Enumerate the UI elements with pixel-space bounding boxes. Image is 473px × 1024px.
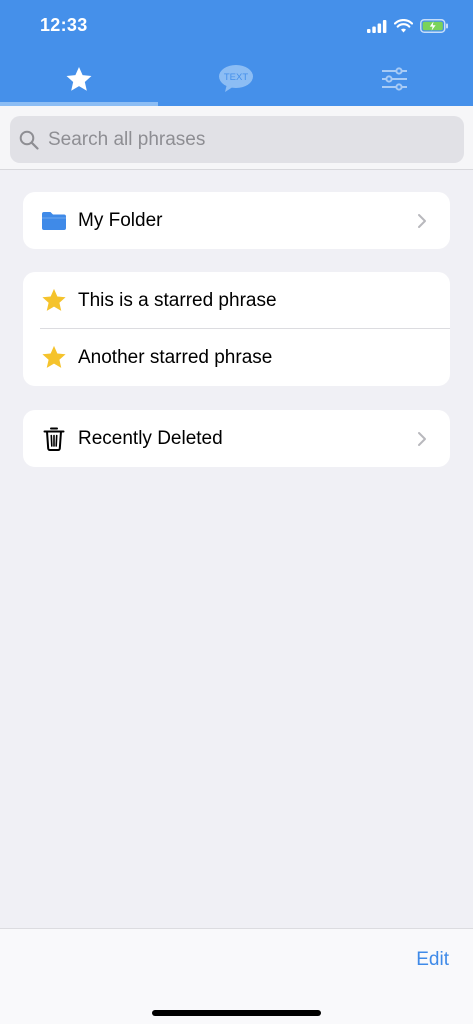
- chevron-right-icon: [418, 213, 426, 228]
- signal-icon: [367, 19, 387, 33]
- star-icon: [40, 287, 68, 315]
- tab-text[interactable]: TEXT: [158, 52, 316, 106]
- bottom-toolbar: Edit: [0, 928, 473, 1024]
- search-area: [0, 106, 473, 170]
- starred-phrase-label: Another starred phrase: [78, 346, 273, 368]
- trash-icon: [40, 425, 68, 453]
- recently-deleted-label: Recently Deleted: [78, 427, 223, 449]
- recently-deleted-row[interactable]: Recently Deleted: [23, 410, 450, 467]
- tab-starred[interactable]: [0, 52, 158, 106]
- home-indicator: [152, 1010, 321, 1016]
- folder-row-my-folder[interactable]: My Folder: [23, 192, 450, 249]
- status-icons: [367, 16, 449, 36]
- text-bubble-label: TEXT: [224, 72, 248, 83]
- battery-icon: [420, 19, 448, 33]
- chevron-right-icon: [418, 431, 426, 446]
- folder-label: My Folder: [78, 209, 163, 231]
- search-icon: [18, 129, 40, 151]
- status-time: 12:33: [40, 15, 88, 35]
- star-icon: [66, 66, 92, 91]
- starred-phrase-row[interactable]: Another starred phrase: [23, 329, 450, 386]
- text-bubble-icon: TEXT: [219, 65, 254, 92]
- starred-phrase-row[interactable]: This is a starred phrase: [23, 272, 450, 329]
- edit-button[interactable]: Edit: [416, 949, 449, 971]
- trash-card: Recently Deleted: [23, 410, 450, 467]
- search-bar[interactable]: [10, 116, 464, 163]
- search-input[interactable]: [48, 128, 448, 151]
- wifi-icon: [394, 19, 413, 33]
- status-bar: 12:33: [0, 0, 473, 52]
- sliders-icon: [381, 67, 407, 91]
- star-icon: [40, 344, 68, 372]
- header: 12:33 TEXT: [0, 0, 473, 106]
- tab-bar: TEXT: [0, 52, 473, 106]
- tab-settings[interactable]: [315, 52, 473, 106]
- folder-icon: [40, 207, 68, 235]
- folders-card: My Folder: [23, 192, 450, 249]
- starred-card: This is a starred phrase Another starred…: [23, 272, 450, 386]
- starred-phrase-label: This is a starred phrase: [78, 289, 277, 311]
